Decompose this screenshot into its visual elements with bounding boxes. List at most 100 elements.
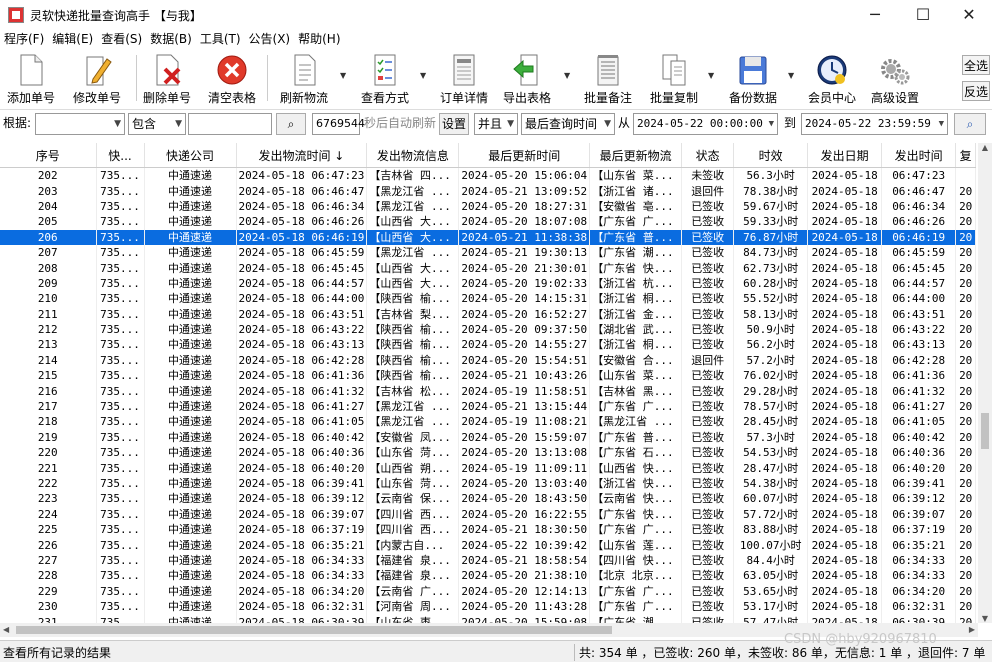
table-row[interactable]: 210 735... 中通速递 2024-05-18 06:44:00 【陕西省 榆..…	[0, 291, 977, 307]
column-header-col-index[interactable]: 序号	[0, 143, 97, 168]
refresh-dropdown-arrow-icon[interactable]: ▼	[340, 71, 346, 80]
table-row[interactable]: 211 735... 中通速递 2024-05-18 06:43:51 【吉林省 梨..…	[0, 306, 977, 322]
menu-help[interactable]: 帮助(H)	[294, 30, 344, 48]
table-row[interactable]: 213 735... 中通速递 2024-05-18 06:43:13 【陕西省 榆..…	[0, 337, 977, 353]
menu-program[interactable]: 程序(F)	[0, 30, 48, 48]
advanced-settings-button[interactable]: 高级设置	[866, 49, 924, 107]
maximize-button[interactable]: ☐	[900, 0, 946, 30]
table-cell-col-ship-time: 2024-05-18 06:34:33	[236, 552, 368, 569]
table-row[interactable]: 216 735... 中通速递 2024-05-18 06:41:32 【吉林省 松..…	[0, 383, 977, 399]
table-row[interactable]: 206 735... 中通速递 2024-05-18 06:46:19 【山西省 大..…	[0, 229, 977, 245]
order-detail-button[interactable]: 订单详情	[436, 49, 492, 107]
export-table-button[interactable]: 导出表格	[498, 49, 556, 107]
refresh-interval-input[interactable]: 6769544	[312, 113, 365, 135]
invert-select-button[interactable]: 反选	[962, 81, 990, 101]
column-header-col-last-update-info[interactable]: 最后更新物流	[589, 143, 683, 168]
table-cell-col-ship-clock: 06:41:27	[881, 398, 957, 415]
table-row[interactable]: 227 735... 中通速递 2024-05-18 06:34:33 【福建省 泉..…	[0, 552, 977, 569]
logic-select[interactable]: 并且 ▼	[474, 113, 518, 135]
logic-select-value: 并且	[478, 117, 503, 131]
table-row[interactable]: 220 735... 中通速递 2024-05-18 06:40:36 【山东省 菏..…	[0, 445, 977, 461]
to-datetime-picker[interactable]: 2024-05-22 23:59:59 ▼	[801, 113, 948, 135]
table-row[interactable]: 202 735... 中通速递 2024-05-18 06:47:23 【吉林省 四..…	[0, 167, 977, 184]
table-row[interactable]: 215 735... 中通速递 2024-05-18 06:41:36 【陕西省 榆..…	[0, 368, 977, 384]
table-row[interactable]: 214 735... 中通速递 2024-05-18 06:42:28 【陕西省 榆..…	[0, 352, 977, 369]
table-row[interactable]: 209 735... 中通速递 2024-05-18 06:44:57 【山西省 大..…	[0, 275, 977, 292]
date-search-button[interactable]: ⌕	[954, 113, 986, 135]
view-dropdown-arrow-icon[interactable]: ▼	[420, 71, 426, 80]
field-select[interactable]: ▼	[35, 113, 125, 135]
minimize-button[interactable]: ─	[852, 0, 898, 30]
backup-data-button[interactable]: 备份数据	[724, 49, 782, 107]
table-row[interactable]: 224 735... 中通速递 2024-05-18 06:39:07 【四川省 西..…	[0, 506, 977, 522]
table-cell-col-last-update-time: 2024-05-20 15:59:08	[458, 614, 591, 623]
table-cell-col-last-update-info: 【广东省 广...	[589, 398, 683, 415]
table-row[interactable]: 223 735... 中通速递 2024-05-18 06:39:12 【云南省 保..…	[0, 491, 977, 507]
column-header-col-ship-date[interactable]: 发出日期	[807, 143, 883, 168]
table-row[interactable]: 228 735... 中通速递 2024-05-18 06:34:33 【福建省 泉..…	[0, 568, 977, 584]
column-header-col-ship-clock[interactable]: 发出时间	[881, 143, 957, 168]
vertical-scrollbar[interactable]: ▲ ▼	[978, 143, 992, 623]
batch-note-button[interactable]: 批量备注	[580, 49, 636, 107]
table-row[interactable]: 225 735... 中通速递 2024-05-18 06:37:19 【四川省 西..…	[0, 521, 977, 538]
table-row[interactable]: 203 735... 中通速递 2024-05-18 06:46:47 【黑龙江省 ..…	[0, 183, 977, 199]
table-cell-col-last-update-time: 2024-05-20 13:03:40	[458, 475, 591, 492]
add-number-button[interactable]: 添加单号	[2, 49, 60, 107]
table-row[interactable]: 208 735... 中通速递 2024-05-18 06:45:45 【山西省 大..…	[0, 260, 977, 276]
column-header-col-extra[interactable]: 复	[955, 143, 977, 168]
delete-number-button[interactable]: 删除单号	[140, 49, 194, 107]
from-datetime-picker[interactable]: 2024-05-22 00:00:00 ▼	[633, 113, 778, 135]
table-row[interactable]: 207 735... 中通速递 2024-05-18 06:45:59 【黑龙江省 ..…	[0, 244, 977, 261]
column-header-col-status[interactable]: 状态	[681, 143, 735, 168]
column-header-col-tracking[interactable]: 快...	[96, 143, 145, 168]
match-mode-select[interactable]: 包含 ▼	[128, 113, 186, 135]
backup-dropdown-arrow-icon[interactable]: ▼	[788, 71, 794, 80]
batch-copy-button[interactable]: 批量复制	[646, 49, 702, 107]
table-row[interactable]: 204 735... 中通速递 2024-05-18 06:46:34 【黑龙江省 ..…	[0, 198, 977, 215]
column-header-col-ship-info[interactable]: 发出物流信息	[366, 143, 460, 168]
search-button[interactable]: ⌕	[276, 113, 306, 135]
menu-tools[interactable]: 工具(T)	[196, 30, 245, 48]
table-row[interactable]: 229 735... 中通速递 2024-05-18 06:34:20 【云南省 广..…	[0, 583, 977, 599]
table-row[interactable]: 219 735... 中通速递 2024-05-18 06:40:42 【安徽省 凤..…	[0, 429, 977, 446]
table-row[interactable]: 222 735... 中通速递 2024-05-18 06:39:41 【山东省 菏..…	[0, 475, 977, 492]
table-row[interactable]: 212 735... 中通速递 2024-05-18 06:43:22 【陕西省 榆..…	[0, 321, 977, 338]
scroll-left-arrow-icon[interactable]: ◀	[3, 623, 9, 637]
table-row[interactable]: 218 735... 中通速递 2024-05-18 06:41:05 【黑龙江省 ..…	[0, 414, 977, 430]
table-row[interactable]: 230 735... 中通速递 2024-05-18 06:32:31 【河南省 周..…	[0, 598, 977, 615]
column-header-col-last-update-time[interactable]: 最后更新时间	[458, 143, 591, 168]
vertical-scroll-thumb[interactable]	[981, 413, 989, 449]
close-button[interactable]: ✕	[946, 0, 992, 30]
set-interval-button[interactable]: 设置	[439, 113, 469, 135]
table-cell-col-duration: 60.07小时	[733, 491, 809, 507]
table-cell-col-status: 已签收	[681, 321, 735, 338]
scroll-down-arrow-icon[interactable]: ▼	[978, 614, 992, 623]
table-row[interactable]: 217 735... 中通速递 2024-05-18 06:41:27 【黑龙江省 ..…	[0, 398, 977, 415]
menu-edit[interactable]: 编辑(E)	[48, 30, 97, 48]
menu-view[interactable]: 查看(S)	[97, 30, 146, 48]
view-mode-button[interactable]: 查看方式	[356, 49, 414, 107]
scroll-up-arrow-icon[interactable]: ▲	[978, 143, 992, 152]
copy-dropdown-arrow-icon[interactable]: ▼	[708, 71, 714, 80]
export-dropdown-arrow-icon[interactable]: ▼	[564, 71, 570, 80]
column-header-col-ship-time[interactable]: 发出物流时间 ↓	[236, 143, 368, 168]
scroll-right-arrow-icon[interactable]: ▶	[969, 623, 975, 637]
horizontal-scroll-thumb[interactable]	[16, 626, 612, 634]
table-row[interactable]: 231 735... 中通速递 2024-05-18 06:30:39 【山东省 枣..…	[0, 614, 977, 623]
time-field-select[interactable]: 最后查询时间 ▼	[521, 113, 615, 135]
menu-notice[interactable]: 公告(X)	[245, 30, 295, 48]
column-header-col-duration[interactable]: 时效	[733, 143, 809, 168]
table-cell-col-ship-clock: 06:46:19	[881, 229, 957, 245]
column-header-col-courier[interactable]: 快递公司	[144, 143, 237, 168]
menu-data[interactable]: 数据(B)	[146, 30, 196, 48]
table-row[interactable]: 205 735... 中通速递 2024-05-18 06:46:26 【山西省 大..…	[0, 214, 977, 230]
member-center-button[interactable]: 会员中心	[804, 49, 860, 107]
table-cell-col-status: 已签收	[681, 306, 735, 322]
edit-number-button[interactable]: 修改单号	[68, 49, 126, 107]
refresh-logistics-button[interactable]: 刷新物流	[276, 49, 332, 107]
table-row[interactable]: 226 735... 中通速递 2024-05-18 06:35:21 【内蒙古自...…	[0, 537, 977, 553]
keyword-input[interactable]	[188, 113, 272, 135]
select-all-button[interactable]: 全选	[962, 55, 990, 75]
clear-table-button[interactable]: 清空表格	[204, 49, 260, 107]
table-row[interactable]: 221 735... 中通速递 2024-05-18 06:40:20 【山西省 朔..…	[0, 460, 977, 476]
